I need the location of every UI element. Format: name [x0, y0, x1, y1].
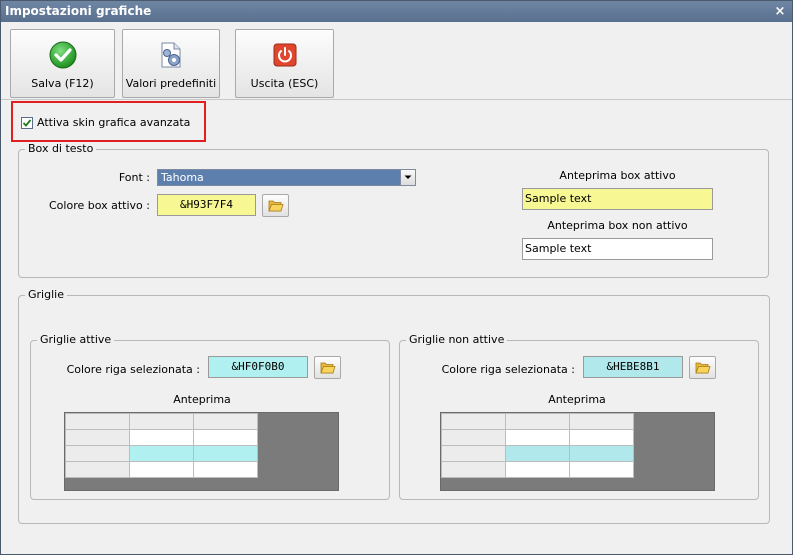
table-row: [441, 429, 634, 446]
font-select-value: Tahoma: [161, 171, 204, 184]
preview-inactive-label: Anteprima box non attivo: [547, 219, 688, 232]
title-bar: Impostazioni grafiche ×: [1, 1, 792, 22]
skin-checkbox[interactable]: [21, 117, 33, 129]
power-icon: [273, 43, 296, 67]
active-row-color-label: Colore riga selezionata :: [66, 363, 200, 376]
settings-window: Impostazioni grafiche × Salva (F12) Valo…: [0, 0, 793, 555]
active-color-label: Colore box attivo :: [49, 199, 150, 212]
textbox-group: Box di testo Font : Tahoma Colore box at…: [18, 142, 769, 278]
active-grid-preview: [64, 412, 339, 491]
window-title: Impostazioni grafiche: [5, 4, 152, 18]
chevron-down-icon[interactable]: [400, 170, 415, 185]
inactive-grid-preview: [440, 412, 715, 491]
folder-icon: [320, 362, 336, 374]
close-icon[interactable]: ×: [774, 1, 786, 22]
font-select[interactable]: Tahoma: [157, 169, 416, 186]
table-row: [65, 429, 258, 446]
inactive-grids-legend: Griglie non attive: [406, 333, 508, 347]
table-row: [65, 413, 258, 430]
table-row: [65, 461, 258, 478]
active-color-picker-button[interactable]: [262, 194, 289, 217]
inactive-row-color-label: Colore riga selezionata :: [441, 363, 575, 376]
table-row: [441, 413, 634, 430]
active-grids-legend: Griglie attive: [37, 333, 115, 347]
active-row-color-picker-button[interactable]: [314, 356, 341, 379]
folder-icon: [268, 200, 284, 212]
exit-button[interactable]: Uscita (ESC): [235, 29, 334, 98]
active-row-color-field[interactable]: &HF0F0B0: [208, 356, 308, 378]
table-row: [441, 461, 634, 478]
textbox-group-legend: Box di testo: [25, 142, 97, 156]
grids-group-legend: Griglie: [25, 288, 67, 302]
preview-active-box: Sample text: [522, 188, 713, 210]
inactive-row-color-field[interactable]: &HEBE8B1: [583, 356, 683, 378]
defaults-button-label: Valori predefiniti: [125, 77, 217, 90]
save-button[interactable]: Salva (F12): [10, 29, 115, 98]
check-circle-icon: [49, 41, 76, 69]
document-gear-icon: [161, 42, 181, 68]
active-grids-group: Griglie attive Colore riga selezionata :…: [30, 333, 390, 500]
inactive-grids-group: Griglie non attive Colore riga seleziona…: [399, 333, 759, 500]
save-button-label: Salva (F12): [31, 77, 94, 90]
checkmark-icon: [22, 119, 32, 127]
font-label: Font :: [118, 171, 150, 184]
table-row: [65, 445, 258, 462]
inactive-preview-label: Anteprima: [548, 393, 606, 406]
defaults-button[interactable]: Valori predefiniti: [122, 29, 220, 98]
skin-checkbox-label: Attiva skin grafica avanzata: [37, 116, 191, 129]
grids-group: Griglie Griglie attive Colore riga selez…: [18, 288, 770, 524]
inactive-row-color-picker-button[interactable]: [689, 356, 716, 379]
skin-option-highlight: Attiva skin grafica avanzata: [11, 101, 206, 142]
active-preview-label: Anteprima: [173, 393, 231, 406]
exit-button-label: Uscita (ESC): [250, 77, 319, 90]
active-color-field[interactable]: &H93F7F4: [157, 194, 256, 216]
toolbar: Salva (F12) Valori predefiniti Uscita (E…: [1, 22, 792, 100]
folder-icon: [695, 362, 711, 374]
preview-inactive-box: Sample text: [522, 238, 713, 260]
table-row: [441, 445, 634, 462]
preview-active-label: Anteprima box attivo: [559, 169, 676, 182]
